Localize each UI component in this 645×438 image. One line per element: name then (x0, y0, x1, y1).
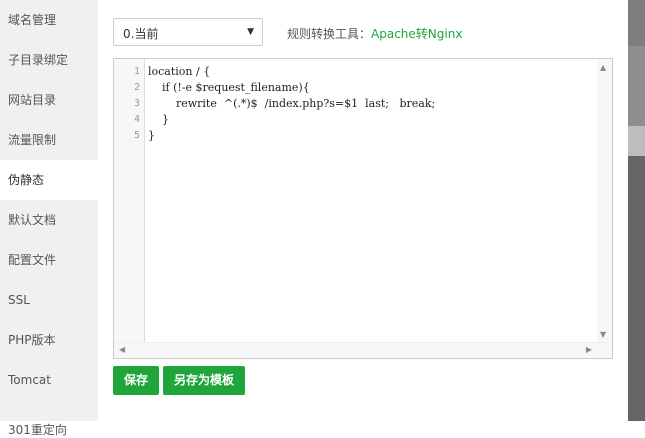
sidebar-item-rewrite[interactable]: 伪静态 (0, 160, 98, 200)
scroll-up-icon[interactable]: ▲ (600, 63, 606, 72)
site-settings-sidebar: 域名管理 子目录绑定 网站目录 流量限制 伪静态 默认文档 配置文件 SSL P… (0, 0, 98, 437)
rule-converter: 规则转换工具：Apache转Nginx (287, 25, 462, 42)
sidebar-item-default-doc[interactable]: 默认文档 (0, 200, 98, 240)
rule-converter-label: 规则转换工具： (287, 27, 372, 41)
sidebar-item-php-version[interactable]: PHP版本 (0, 320, 98, 360)
sidebar-item-tomcat[interactable]: Tomcat (0, 360, 98, 400)
apache-to-nginx-link[interactable]: Apache转Nginx (371, 27, 462, 41)
vertical-scrollbar[interactable]: ▲ ▼ (597, 59, 612, 343)
code-line: if (!-e $request_filename){ (148, 81, 310, 94)
rewrite-code-editor[interactable]: 1 2 3 4 5 location / { if (!-e $request_… (113, 58, 613, 359)
sidebar-item-config-file[interactable]: 配置文件 (0, 240, 98, 280)
chevron-down-icon: ▼ (247, 27, 254, 37)
line-number: 5 (133, 130, 140, 141)
save-button[interactable]: 保存 (113, 366, 159, 395)
scroll-down-icon[interactable]: ▼ (600, 330, 606, 339)
sidebar-item-subdir-binding[interactable]: 子目录绑定 (0, 40, 98, 80)
code-line: } (148, 113, 169, 126)
rewrite-rule-select[interactable]: 0.当前 ▼ (113, 18, 263, 46)
code-line: location / { (148, 65, 211, 78)
code-line: rewrite ^(.*)$ /index.php?s=$1 last; bre… (148, 97, 436, 110)
code-line: } (148, 129, 155, 142)
save-as-template-button[interactable]: 另存为模板 (163, 366, 245, 395)
line-number: 1 (133, 66, 140, 77)
background-overlay-strip (628, 0, 645, 421)
line-number: 3 (133, 98, 140, 109)
scroll-right-icon[interactable]: ▶ (586, 345, 592, 354)
horizontal-scrollbar[interactable]: ◀ ▶ (114, 342, 612, 358)
scroll-left-icon[interactable]: ◀ (119, 345, 125, 354)
code-content[interactable]: location / { if (!-e $request_filename){… (148, 64, 435, 144)
line-number: 4 (133, 114, 140, 125)
sidebar-item-site-dir[interactable]: 网站目录 (0, 80, 98, 120)
line-number-gutter: 1 2 3 4 5 (114, 59, 145, 343)
sidebar-item-redirect[interactable]: 301重定向 (0, 400, 98, 438)
sidebar-item-ssl[interactable]: SSL (0, 280, 98, 320)
rewrite-rule-selected-value: 0.当前 (123, 27, 159, 41)
sidebar-item-domain[interactable]: 域名管理 (0, 0, 98, 40)
line-number: 2 (133, 82, 140, 93)
sidebar-item-traffic-limit[interactable]: 流量限制 (0, 120, 98, 160)
